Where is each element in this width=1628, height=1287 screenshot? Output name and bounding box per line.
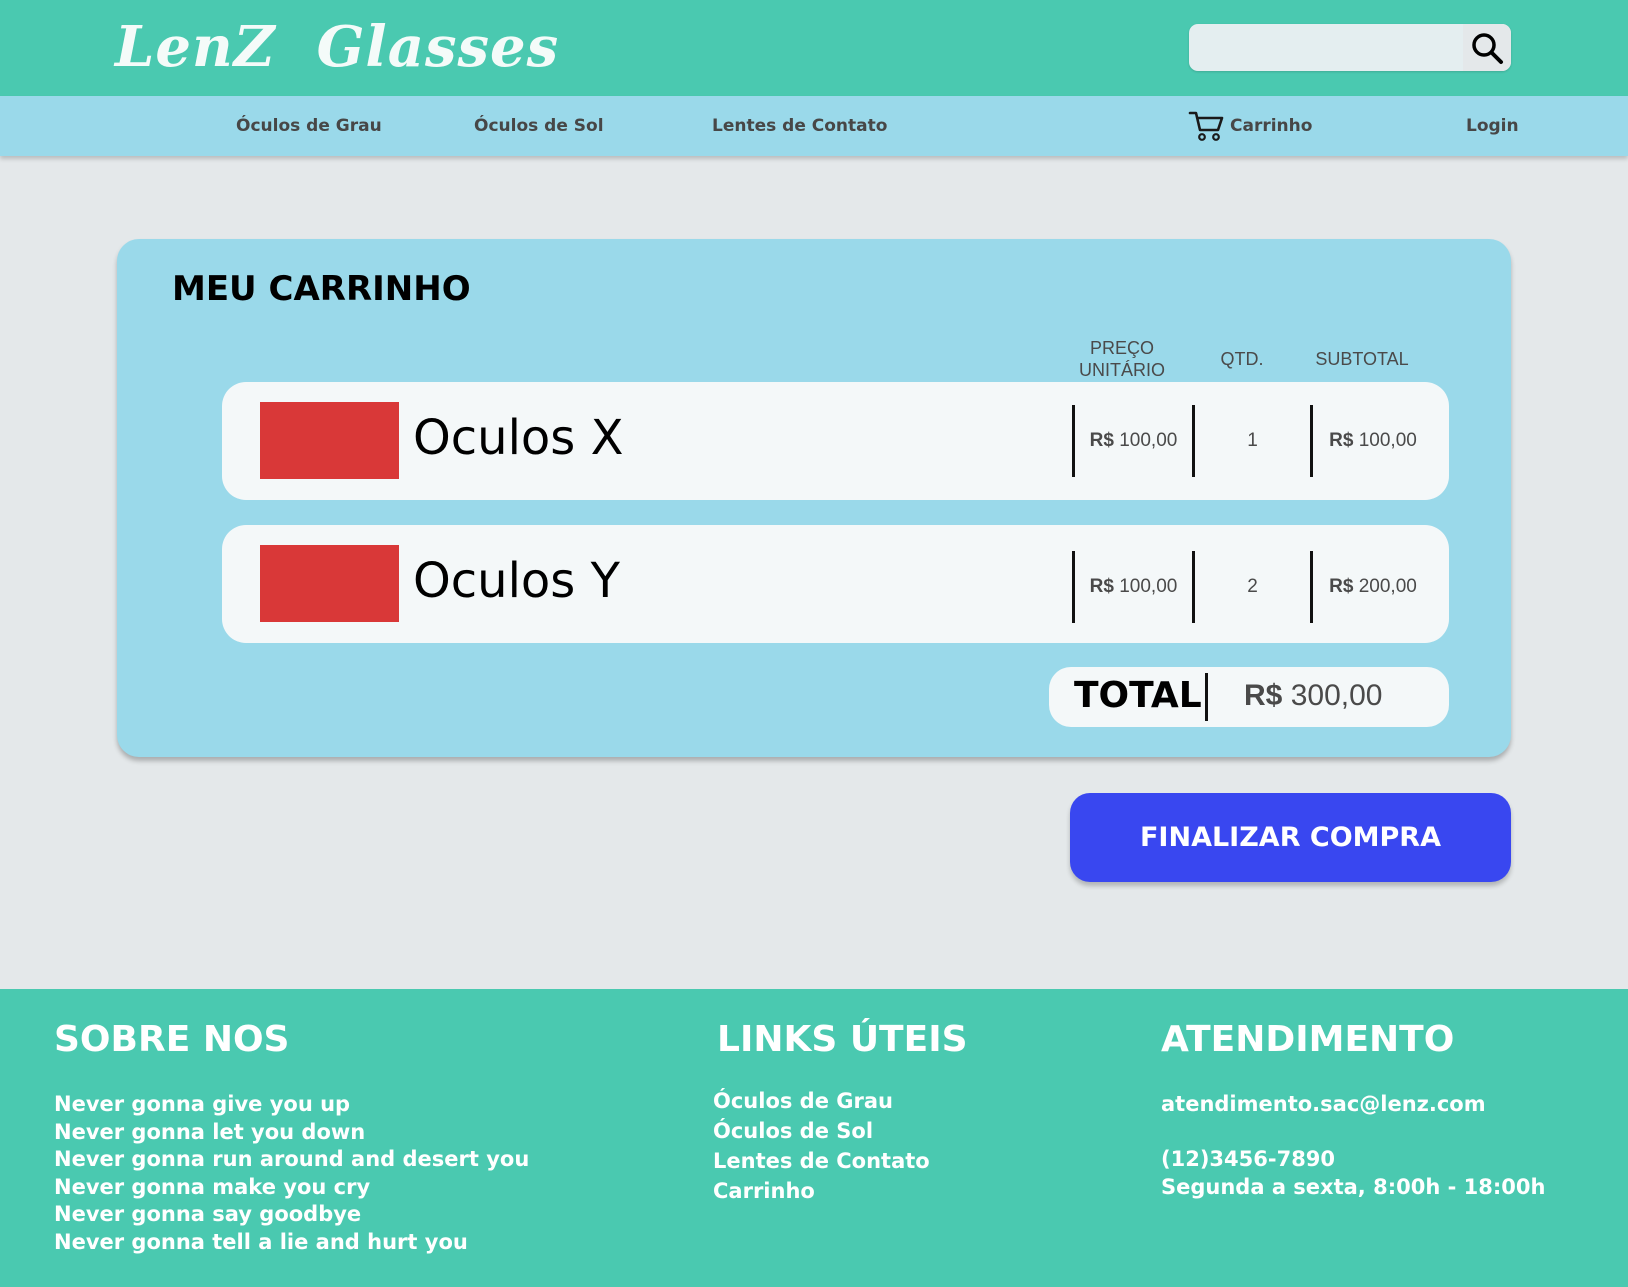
footer-about-line: Never gonna tell a lie and hurt you [54, 1229, 468, 1254]
column-header-unit-price-line2: UNITÁRIO [1078, 360, 1165, 380]
footer-links-heading: LINKS ÚTEIS [717, 1019, 968, 1060]
search-input[interactable] [1189, 24, 1461, 71]
product-name: Oculos X [413, 410, 624, 466]
footer-about-line: Never gonna run around and desert you [54, 1147, 530, 1171]
site-footer: SOBRE NOS Never gonna give you up Never … [0, 989, 1628, 1287]
nav-item-oculos-de-grau[interactable]: Óculos de Grau [236, 96, 382, 156]
unit-price: R$ 100,00 [1075, 430, 1192, 452]
search-button[interactable] [1463, 24, 1511, 71]
total-divider [1205, 673, 1208, 721]
footer-link-lentes-de-contato[interactable]: Lentes de Contato [713, 1146, 930, 1176]
column-header-subtotal: SUBTOTAL [1315, 349, 1409, 369]
site-header: LenZ Glasses [0, 0, 1628, 96]
search-icon [1472, 32, 1503, 64]
nav-cart-label: Carrinho [1230, 116, 1313, 136]
search-bar [1189, 24, 1511, 71]
nav-item-lentes-de-contato[interactable]: Lentes de Contato [712, 96, 887, 156]
support-email[interactable]: atendimento.sac@lenz.com [1161, 1091, 1545, 1119]
subtotal-value: 100,00 [1358, 430, 1417, 451]
currency-symbol: R$ [1329, 576, 1354, 597]
nav-item-oculos-de-sol[interactable]: Óculos de Sol [474, 96, 604, 156]
cart-item-row: Oculos Y R$ 100,00 2 R$ 200,00 [222, 525, 1449, 643]
footer-about-line: Never gonna let you down [54, 1119, 366, 1144]
total-amount: 300,00 [1290, 679, 1383, 712]
cart-title: MEU CARRINHO [172, 269, 471, 309]
cart-item-row: Oculos X R$ 100,00 1 R$ 100,00 [222, 382, 1449, 500]
nav-item-login[interactable]: Login [1466, 96, 1519, 156]
subtotal-value: 200,00 [1358, 576, 1417, 597]
nav-item-cart[interactable]: Carrinho [1188, 96, 1312, 156]
unit-price-value: 100,00 [1119, 576, 1178, 597]
total-label: TOTAL [1074, 675, 1202, 716]
support-hours: Segunda a sexta, 8:00h - 18:00h [1161, 1174, 1546, 1199]
currency-symbol: R$ [1244, 679, 1283, 712]
subtotal: R$ 200,00 [1313, 576, 1433, 598]
brand-logo[interactable]: LenZ Glasses [115, 14, 559, 80]
currency-symbol: R$ [1329, 430, 1354, 451]
currency-symbol: R$ [1089, 430, 1114, 451]
product-name: Oculos Y [413, 553, 620, 609]
footer-link-oculos-de-grau[interactable]: Óculos de Grau [713, 1086, 930, 1116]
footer-about-heading: SOBRE NOS [54, 1019, 290, 1060]
unit-price-value: 100,00 [1119, 430, 1178, 451]
footer-link-oculos-de-sol[interactable]: Óculos de Sol [713, 1116, 930, 1146]
unit-price: R$ 100,00 [1075, 576, 1192, 598]
cart-icon [1188, 111, 1224, 141]
total-value: R$ 300,00 [1244, 679, 1382, 713]
cart-total: TOTAL R$ 300,00 [1049, 667, 1449, 727]
quantity: 1 [1247, 430, 1258, 451]
column-header-qty: QTD. [1220, 349, 1264, 369]
column-header-unit-price-line1: PREÇO [1089, 338, 1154, 358]
main-nav: Óculos de Grau Óculos de Sol Lentes de C… [0, 96, 1628, 156]
column-header-unit-price: PREÇO UNITÁRIO [1072, 337, 1172, 381]
footer-links-list: Óculos de Grau Óculos de Sol Lentes de C… [713, 1086, 930, 1206]
footer-support-info: atendimento.sac@lenz.com (12)3456-7890 S… [1161, 1091, 1545, 1201]
footer-about-line: Never gonna make you cry [54, 1174, 371, 1199]
footer-support-heading: ATENDIMENTO [1161, 1019, 1455, 1060]
quantity: 2 [1247, 576, 1258, 597]
cart-panel: MEU CARRINHO PREÇO UNITÁRIO QTD. SUBTOTA… [117, 239, 1511, 757]
footer-link-carrinho[interactable]: Carrinho [713, 1176, 930, 1206]
footer-about-line: Never gonna say goodbye [54, 1202, 362, 1226]
footer-about-text: Never gonna give you up Never gonna let … [54, 1091, 529, 1256]
footer-about-line: Never gonna give you up [54, 1092, 351, 1116]
currency-symbol: R$ [1089, 576, 1114, 597]
subtotal: R$ 100,00 [1313, 430, 1433, 452]
checkout-button[interactable]: FINALIZAR COMPRA [1070, 793, 1511, 882]
support-phone: (12)3456-7890 [1161, 1147, 1336, 1171]
product-thumbnail [260, 545, 399, 622]
product-thumbnail [260, 402, 399, 479]
